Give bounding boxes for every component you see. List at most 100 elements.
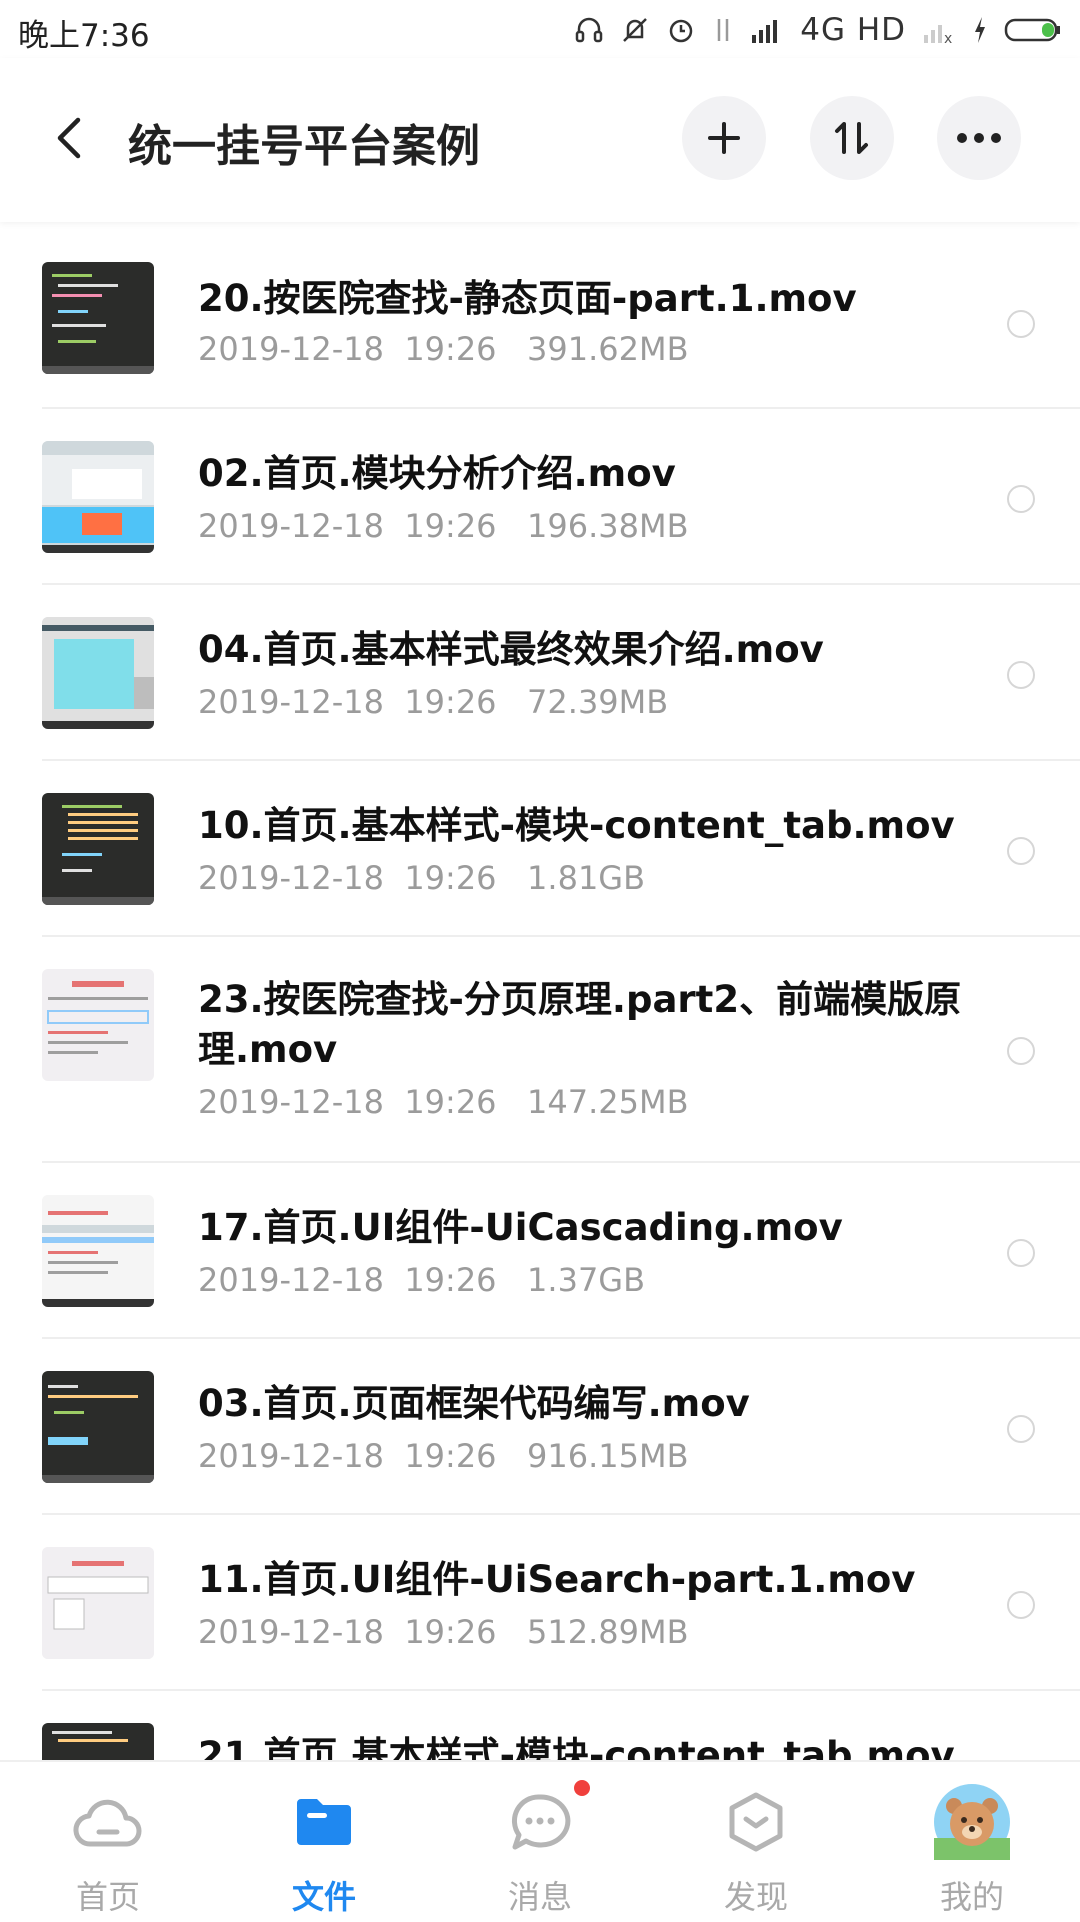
- chat-bubble-icon: [500, 1782, 580, 1862]
- file-meta: 2019-12-18 19:26 391.62MB: [198, 330, 689, 368]
- nav-home[interactable]: 首页: [0, 1762, 216, 1922]
- file-name: 23.按医院查找-分页原理.part2、前端模版原理.mov: [198, 978, 962, 1071]
- nav-discover[interactable]: 发现: [648, 1762, 864, 1922]
- status-time: 晚上7:36: [18, 18, 150, 54]
- file-item[interactable]: 21.首页.基本样式-模块-content_tab.mov: [0, 1691, 1080, 1760]
- file-date: 2019-12-18 19:26: [198, 1613, 497, 1651]
- file-size: 916.15MB: [527, 1437, 689, 1475]
- signal-empty-icon: x: [922, 15, 956, 45]
- file-date: 2019-12-18 19:26: [198, 330, 497, 368]
- unread-badge: [574, 1780, 590, 1796]
- select-radio[interactable]: [1007, 485, 1035, 513]
- file-meta: 2019-12-18 19:26 196.38MB: [198, 507, 689, 545]
- headset-icon: [574, 15, 604, 45]
- svg-text:x: x: [944, 31, 952, 45]
- file-name: 10.首页.基本样式-模块-content_tab.mov: [198, 804, 955, 847]
- file-name: 20.按医院查找-静态页面-part.1.mov: [198, 277, 857, 320]
- signal-icon: [750, 15, 784, 45]
- file-size: 196.38MB: [527, 507, 689, 545]
- video-thumbnail: [42, 793, 154, 905]
- page-title: 统一挂号平台案例: [128, 121, 480, 172]
- file-size: 1.37GB: [527, 1261, 646, 1299]
- more-button[interactable]: [937, 96, 1021, 180]
- nav-label: 发现: [723, 1878, 788, 1916]
- more-dots-icon: [957, 133, 1001, 143]
- file-item[interactable]: 11.首页.UI组件-UiSearch-part.1.mov 2019-12-1…: [0, 1515, 1080, 1691]
- file-item[interactable]: 23.按医院查找-分页原理.part2、前端模版原理.mov 2019-12-1…: [0, 937, 1080, 1163]
- add-button[interactable]: [682, 96, 766, 180]
- select-radio[interactable]: [1007, 1037, 1035, 1065]
- status-icons: 4G HD x: [574, 10, 1062, 50]
- select-radio[interactable]: [1007, 1415, 1035, 1443]
- nav-files[interactable]: 文件: [216, 1762, 432, 1922]
- avatar-bear-icon: [932, 1782, 1012, 1862]
- video-thumbnail: [42, 617, 154, 729]
- file-item[interactable]: 04.首页.基本样式最终效果介绍.mov 2019-12-18 19:26 72…: [0, 585, 1080, 761]
- video-thumbnail: [42, 441, 154, 553]
- file-date: 2019-12-18 19:26: [198, 1083, 497, 1121]
- plus-icon: [708, 122, 740, 154]
- chevron-left-icon: [57, 117, 81, 159]
- select-radio[interactable]: [1007, 661, 1035, 689]
- file-name: 11.首页.UI组件-UiSearch-part.1.mov: [198, 1558, 916, 1601]
- bottom-nav: 首页 文件 消息 发现 我的: [0, 1760, 1080, 1922]
- file-date: 2019-12-18 19:26: [198, 859, 497, 897]
- file-date: 2019-12-18 19:26: [198, 507, 497, 545]
- file-size: 72.39MB: [527, 683, 669, 721]
- nav-label: 文件: [291, 1878, 356, 1916]
- file-size: 147.25MB: [527, 1083, 689, 1121]
- header: 统一挂号平台案例: [0, 58, 1080, 222]
- video-thumbnail: [42, 1371, 154, 1483]
- video-thumbnail: [42, 1723, 154, 1760]
- video-thumbnail: [42, 1195, 154, 1307]
- file-meta: 2019-12-18 19:26 72.39MB: [198, 683, 668, 721]
- nav-label: 我的: [939, 1878, 1004, 1916]
- network-label: 4G HD: [800, 12, 906, 48]
- file-meta: 2019-12-18 19:26 147.25MB: [198, 1083, 689, 1121]
- file-name: 21.首页.基本样式-模块-content_tab.mov: [198, 1734, 955, 1760]
- select-radio[interactable]: [1007, 1591, 1035, 1619]
- alarm-icon: [666, 15, 696, 45]
- file-meta: 2019-12-18 19:26 916.15MB: [198, 1437, 689, 1475]
- file-date: 2019-12-18 19:26: [198, 683, 497, 721]
- folder-icon: [284, 1782, 364, 1862]
- charging-icon: [972, 15, 988, 45]
- discover-hexagon-icon: [716, 1782, 796, 1862]
- sort-button[interactable]: [810, 96, 894, 180]
- file-item[interactable]: 17.首页.UI组件-UiCascading.mov 2019-12-18 19…: [0, 1163, 1080, 1339]
- file-date: 2019-12-18 19:26: [198, 1261, 497, 1299]
- select-radio[interactable]: [1007, 837, 1035, 865]
- file-meta: 2019-12-18 19:26 1.81GB: [198, 859, 645, 897]
- cloud-icon: [68, 1782, 148, 1862]
- file-name: 02.首页.模块分析介绍.mov: [198, 452, 676, 495]
- file-date: 2019-12-18 19:26: [198, 1437, 497, 1475]
- select-radio[interactable]: [1007, 310, 1035, 338]
- file-item[interactable]: 02.首页.模块分析介绍.mov 2019-12-18 19:26 196.38…: [0, 409, 1080, 585]
- status-bar: 晚上7:36 4G HD x: [0, 0, 1080, 58]
- file-size: 391.62MB: [527, 330, 689, 368]
- file-item[interactable]: 03.首页.页面框架代码编写.mov 2019-12-18 19:26 916.…: [0, 1339, 1080, 1515]
- file-list: 20.按医院查找-静态页面-part.1.mov 2019-12-18 19:2…: [0, 222, 1080, 1760]
- nav-profile[interactable]: 我的: [864, 1762, 1080, 1922]
- battery-icon: [1004, 15, 1062, 45]
- sort-arrows-icon: [835, 122, 868, 154]
- video-thumbnail: [42, 262, 154, 374]
- file-name: 17.首页.UI组件-UiCascading.mov: [198, 1206, 843, 1249]
- file-item[interactable]: 10.首页.基本样式-模块-content_tab.mov 2019-12-18…: [0, 761, 1080, 937]
- nav-label: 首页: [75, 1878, 140, 1916]
- file-meta: 2019-12-18 19:26 512.89MB: [198, 1613, 689, 1651]
- data-arrows-icon: [712, 15, 734, 45]
- file-name: 03.首页.页面框架代码编写.mov: [198, 1382, 750, 1425]
- video-thumbnail: [42, 969, 154, 1081]
- file-meta: 2019-12-18 19:26 1.37GB: [198, 1261, 645, 1299]
- back-button[interactable]: [44, 108, 94, 168]
- file-size: 1.81GB: [527, 859, 646, 897]
- video-thumbnail: [42, 1547, 154, 1659]
- select-radio[interactable]: [1007, 1239, 1035, 1267]
- nav-messages[interactable]: 消息: [432, 1762, 648, 1922]
- mute-icon: [620, 15, 650, 45]
- file-item[interactable]: 20.按医院查找-静态页面-part.1.mov 2019-12-18 19:2…: [0, 222, 1080, 409]
- file-size: 512.89MB: [527, 1613, 689, 1651]
- file-name: 04.首页.基本样式最终效果介绍.mov: [198, 628, 824, 671]
- nav-label: 消息: [507, 1878, 572, 1916]
